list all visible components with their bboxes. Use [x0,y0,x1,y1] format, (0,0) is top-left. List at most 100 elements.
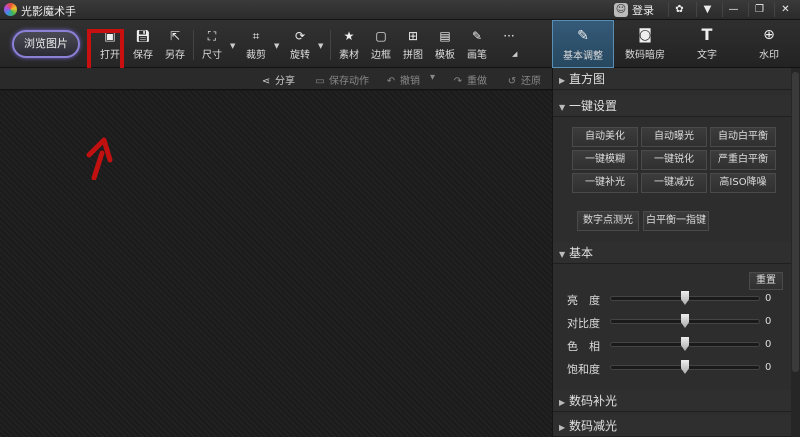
slider-handle[interactable] [681,360,689,374]
section-title: 基本 [569,246,594,260]
tab-label: 数码暗房 [625,50,665,61]
section-reduce-light[interactable]: ▶ 数码减光 [553,415,791,437]
rotate-dropdown-icon[interactable]: ▼ [318,42,323,50]
restore-button[interactable]: ↺ 还原 [506,72,541,87]
border-button[interactable]: ▢ 边框 [366,28,396,61]
title-bar: 光影魔术手 ☺ 登录 ✿ ▼ — ❐ ✕ [0,0,800,20]
login-button[interactable]: ☺ 登录 [614,2,654,18]
save-button[interactable]: 💾︎ 保存 [128,28,158,61]
brightness-label: 亮 度 [567,294,600,307]
minimize-icon[interactable]: — [722,2,744,17]
tab-label: 文字 [697,50,717,61]
scrollbar-thumb[interactable] [792,72,799,372]
size-button[interactable]: ⛶ 尺寸 [197,28,227,61]
toolbar-divider [193,30,194,60]
crop-dropdown-icon[interactable]: ▼ [274,42,279,50]
redo-button[interactable]: ↷ 重做 [452,72,487,87]
one-key-reduce-light-button[interactable]: 一键减光 [641,173,707,193]
tab-digital-darkroom[interactable]: ◙ 数码暗房 [614,20,676,68]
share-label: 分享 [275,76,295,87]
material-button[interactable]: ★ 素材 [334,28,364,61]
section-onekey[interactable]: ▼ 一键设置 [553,95,791,117]
collage-label: 拼图 [403,50,423,61]
more-button[interactable]: ··· [494,28,524,44]
share-button[interactable]: ⋖ 分享 [260,72,295,87]
severe-white-balance-button[interactable]: 严重白平衡 [710,150,776,170]
tab-text[interactable]: T 文字 [676,20,738,68]
restore-icon: ↺ [507,76,517,87]
collapse-icon: ▼ [559,103,566,112]
save-action-label: 保存动作 [329,76,369,87]
slider-handle[interactable] [681,314,689,328]
camera-icon: ◙ [638,27,652,43]
toolbar-divider [330,30,331,60]
save-action-button[interactable]: ▭ 保存动作 [314,72,369,87]
slider-handle[interactable] [681,337,689,351]
grid-icon: ⊞ [407,29,419,43]
crop-button[interactable]: ⌗ 裁剪 [241,28,271,61]
more-icon: ··· [503,29,515,43]
auto-exposure-button[interactable]: 自动曝光 [641,127,707,147]
menu-icon[interactable]: ▼ [696,2,718,17]
app-logo-icon [4,3,17,16]
template-button[interactable]: ▤ 模板 [430,28,460,61]
reset-button[interactable]: 重置 [749,272,783,290]
restore-icon[interactable]: ❐ [748,2,770,17]
save-label: 保存 [133,50,153,61]
saturation-label: 饱和度 [567,363,600,376]
spot-metering-button[interactable]: 数字点测光 [577,211,639,231]
undo-dropdown-icon[interactable]: ▾ [430,72,435,83]
collage-button[interactable]: ⊞ 拼图 [398,28,428,61]
saturation-slider[interactable] [610,360,760,374]
share-icon: ⋖ [261,76,271,87]
section-title: 数码补光 [569,394,618,408]
tab-watermark[interactable]: ⊕ 水印 [738,20,800,68]
high-iso-denoise-button[interactable]: 高ISO降噪 [710,173,776,193]
contrast-value: 0 [765,316,772,327]
expand-toolbar-icon[interactable]: ◢ [512,50,517,58]
border-label: 边框 [371,50,391,61]
slider-handle[interactable] [681,291,689,305]
one-key-sharpen-button[interactable]: 一键锐化 [641,150,707,170]
one-key-fill-light-button[interactable]: 一键补光 [572,173,638,193]
app-title: 光影魔术手 [21,5,76,18]
section-title: 一键设置 [569,99,618,113]
login-label: 登录 [632,4,654,17]
section-title: 数码减光 [569,419,618,433]
hue-slider[interactable] [610,337,760,351]
undo-button[interactable]: ↶ 撤销 [385,72,420,87]
brush-button[interactable]: ✎ 画笔 [462,28,492,61]
one-key-blur-button[interactable]: 一键模糊 [572,150,638,170]
main-toolbar: 浏览图片 ▣ 打开 💾︎ 保存 ⇱ 另存 ⛶ 尺寸 ▼ ⌗ 裁剪 ▼ ⟳ 旋转 … [0,20,552,68]
auto-white-balance-button[interactable]: 自动白平衡 [710,127,776,147]
watermark-icon: ⊕ [763,27,775,43]
close-icon[interactable]: ✕ [774,2,796,17]
size-label: 尺寸 [202,50,222,61]
brush-icon: ✎ [471,29,483,43]
red-arrow-annotation [86,137,113,180]
expand-icon: ▶ [559,423,566,432]
panel-scrollbar[interactable] [791,68,800,437]
skin-icon[interactable]: ✿ [668,2,690,17]
browse-images-button[interactable]: 浏览图片 [12,30,80,58]
action-bar: ⋖ 分享 ▭ 保存动作 ↶ 撤销 ▾ ↷ 重做 ↺ 还原 [0,68,552,90]
material-label: 素材 [339,50,359,61]
expand-icon: ▶ [559,398,566,407]
section-histogram[interactable]: ▶ 直方图 [553,68,791,90]
redo-label: 重做 [467,76,487,87]
section-fill-light[interactable]: ▶ 数码补光 [553,390,791,412]
section-basic[interactable]: ▼ 基本 [553,242,791,264]
template-label: 模板 [435,50,455,61]
brightness-slider[interactable] [610,291,760,305]
tab-basic-adjust[interactable]: ✎ 基本调整 [552,20,614,68]
save-as-button[interactable]: ⇱ 另存 [160,28,190,61]
rotate-button[interactable]: ⟳ 旋转 [285,28,315,61]
auto-beautify-button[interactable]: 自动美化 [572,127,638,147]
app-window: 光影魔术手 ☺ 登录 ✿ ▼ — ❐ ✕ 浏览图片 ▣ 打开 💾︎ 保存 ⇱ 另… [0,0,800,437]
white-balance-picker-button[interactable]: 白平衡一指键 [643,211,709,231]
contrast-slider[interactable] [610,314,760,328]
crop-label: 裁剪 [246,50,266,61]
rotate-icon: ⟳ [294,29,306,43]
brightness-value: 0 [765,293,772,304]
size-dropdown-icon[interactable]: ▼ [230,42,235,50]
